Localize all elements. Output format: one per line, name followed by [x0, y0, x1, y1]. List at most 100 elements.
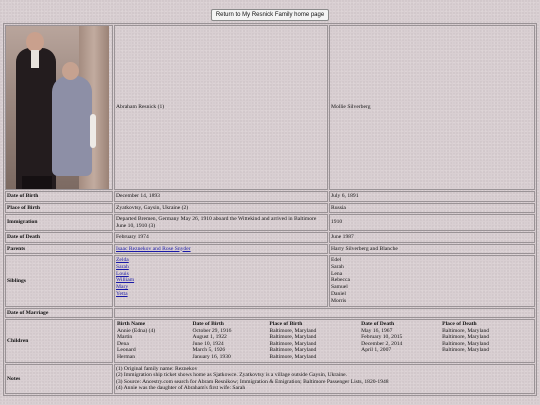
- child-birth-place: Baltimore, Maryland: [269, 347, 317, 354]
- label-siblings: Siblings: [5, 255, 113, 307]
- child-death-place: Baltimore, Maryland: [442, 340, 490, 347]
- sibling-name: Daniel: [331, 290, 346, 297]
- child-birth-place: Baltimore, Maryland: [269, 340, 317, 347]
- sibling-link[interactable]: Mary: [116, 284, 128, 290]
- label-notes: Notes: [5, 363, 113, 395]
- person2-death: June 1987: [329, 232, 535, 243]
- label-immigration: Immigration: [5, 214, 113, 231]
- person1-death: February 1974: [114, 232, 328, 243]
- child-birth-place: Baltimore, Maryland: [269, 327, 317, 334]
- top-bar: Return to My Resnick Family home page: [0, 3, 540, 21]
- sibling-link[interactable]: Zelda: [116, 257, 129, 263]
- row-immigration: Immigration Departed Bremen, Germany May…: [5, 214, 535, 231]
- label-children: Children: [5, 319, 113, 363]
- photo-man-legs: [22, 176, 52, 189]
- marriage-date: [114, 307, 535, 319]
- child-death-place: Baltimore, Maryland: [442, 327, 490, 334]
- label-date-of-birth: Date of Birth: [5, 191, 113, 202]
- person1-parents-cell: Isaac Reznekov and Rose Snyder: [114, 243, 328, 254]
- label-date-of-death: Date of Death: [5, 232, 113, 243]
- note-line: (4) Annie was the daughter of Abraham's …: [116, 385, 246, 392]
- family-table: Abraham Resnick (1) Mollie Silverberg Da…: [3, 23, 537, 397]
- child-death: December 2, 2014: [361, 340, 403, 347]
- label-date-of-marriage: Date of Marriage: [5, 307, 113, 319]
- child-death: February 10, 2015: [361, 334, 403, 341]
- child-death: April 1, 2007: [361, 347, 392, 354]
- person2-name: Mollie Silverberg: [329, 25, 535, 190]
- photo-man-figure: [16, 48, 56, 189]
- person1-siblings: Zelda Sarah Louis William Mary Yetta: [114, 255, 328, 307]
- children-cell: Birth Name Date of Birth Place of Birth …: [114, 319, 535, 363]
- sibling-name: Lena: [331, 270, 343, 277]
- row-notes: Notes (1) Original family name: Reznekov…: [5, 363, 535, 395]
- children-header-row: Birth Name Date of Birth Place of Birth …: [116, 321, 533, 328]
- person1-birth: December 14, 1893: [114, 191, 328, 202]
- row-date-of-death: Date of Death February 1974 June 1987: [5, 232, 535, 243]
- sibling-link[interactable]: Yetta: [116, 291, 128, 297]
- col-place-of-death: Place of Death: [442, 321, 477, 328]
- child-name: Annie (Edna) (4): [117, 327, 156, 334]
- sibling-link[interactable]: William: [116, 277, 134, 283]
- child-birth: June 10, 1924: [192, 340, 224, 347]
- person2-place-of-birth: Russia: [329, 202, 535, 213]
- couple-photo: [6, 26, 109, 189]
- child-birth-place: Baltimore, Maryland: [269, 354, 317, 361]
- child-birth: January 16, 1930: [192, 354, 231, 361]
- child-row: Dena June 10, 1924 Baltimore, Maryland D…: [116, 341, 533, 348]
- photo-woman-figure: [52, 76, 92, 176]
- photo-man-head: [26, 32, 44, 52]
- col-date-of-birth: Date of Birth: [192, 321, 224, 328]
- row-place-of-birth: Place of Birth Zyatkovtsy, Gaysin, Ukrai…: [5, 202, 535, 213]
- label-place-of-birth: Place of Birth: [5, 202, 113, 213]
- person2-siblings: Edel Sarah Lena Rebecca Samuel Daniel Mo…: [329, 255, 535, 307]
- row-date-of-marriage: Date of Marriage: [5, 307, 535, 319]
- child-row: Herman January 16, 1930 Baltimore, Maryl…: [116, 354, 533, 361]
- child-death-place: [441, 354, 533, 361]
- sibling-name: Rebecca: [331, 277, 350, 284]
- person1-immigration: Departed Bremen, Germany May 26, 1910 ab…: [114, 214, 328, 231]
- child-death: May 16, 1967: [361, 327, 393, 334]
- photo-woman-glove: [90, 114, 96, 148]
- person2-immigration: 1910: [329, 214, 535, 231]
- sibling-name: Morris: [331, 297, 347, 304]
- row-children: Children Birth Name Date of Birth Place …: [5, 319, 535, 363]
- child-death: [360, 354, 441, 361]
- child-row: Leonard March 5, 1926 Baltimore, Marylan…: [116, 347, 533, 354]
- photo-man-shirt: [31, 50, 39, 68]
- return-home-button[interactable]: Return to My Resnick Family home page: [210, 9, 330, 21]
- sibling-link[interactable]: Sarah: [116, 264, 129, 270]
- sibling-name: Edel: [331, 257, 342, 263]
- label-parents: Parents: [5, 243, 113, 254]
- row-birth: Date of Birth December 14, 1893 July 6, …: [5, 191, 535, 202]
- child-death-place: Baltimore, Maryland: [442, 347, 490, 354]
- child-name: Leonard: [117, 347, 136, 354]
- sibling-name: Sarah: [331, 263, 344, 270]
- person2-birth: July 6, 1891: [329, 191, 535, 202]
- sibling-name: Samuel: [331, 284, 348, 291]
- child-name: Herman: [117, 354, 136, 361]
- person1-name: Abraham Resnick (1): [114, 25, 328, 190]
- child-row: Annie (Edna) (4) October 29, 1916 Baltim…: [116, 328, 533, 335]
- child-name: Martin: [117, 334, 133, 341]
- child-name: Dena: [117, 340, 129, 347]
- child-row: Martin August 1, 1922 Baltimore, Marylan…: [116, 334, 533, 341]
- child-birth: March 5, 1926: [192, 347, 226, 354]
- children-table: Birth Name Date of Birth Place of Birth …: [116, 321, 533, 361]
- person1-parents-link[interactable]: Isaac Reznekov and Rose Snyder: [116, 246, 191, 252]
- notes-cell: (1) Original family name: Reznekov (2) I…: [114, 363, 535, 395]
- photo-cell: [5, 25, 113, 190]
- col-birth-name: Birth Name: [117, 321, 146, 328]
- child-birth: August 1, 1922: [192, 334, 227, 341]
- row-siblings: Siblings Zelda Sarah Louis William Mary …: [5, 255, 535, 307]
- col-place-of-birth: Place of Birth: [269, 321, 303, 328]
- sibling-link[interactable]: Louis: [116, 271, 129, 277]
- child-death-place: Baltimore, Maryland: [442, 334, 490, 341]
- person2-parents: Harry Silverberg and Blanche: [329, 243, 535, 254]
- note-line: (2) Immigration ship ticket shows home a…: [116, 372, 348, 379]
- child-birth-place: Baltimore, Maryland: [269, 334, 317, 341]
- header-row: Abraham Resnick (1) Mollie Silverberg: [5, 25, 535, 190]
- row-parents: Parents Isaac Reznekov and Rose Snyder H…: [5, 243, 535, 254]
- photo-woman-head: [62, 62, 79, 80]
- child-birth: October 29, 1916: [192, 327, 232, 334]
- person1-place-of-birth: Zyatkovtsy, Gaysin, Ukraine (2): [114, 202, 328, 213]
